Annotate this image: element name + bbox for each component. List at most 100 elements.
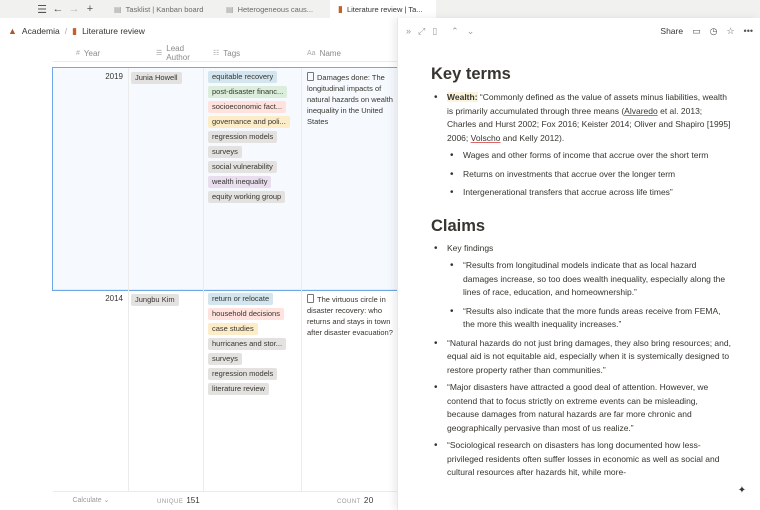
chevron-up-icon[interactable]: ⌃ [451,26,459,37]
tab-tasklist[interactable]: ▤ Tasklist | Kanban board [106,0,218,18]
tab-bar: ☰ ← → + ▤ Tasklist | Kanban board ▤ Hetero… [0,0,760,18]
cell-lead-author[interactable]: Jungbu Kim [129,290,204,491]
column-label: Tags [223,48,241,58]
history-icon[interactable]: ◷ [710,26,718,37]
tag-pill: literature review [208,383,269,395]
page-icon: ▤ [114,4,122,14]
chevron-down-icon: ⌄ [103,497,110,504]
unique-count[interactable]: UNIQUE 151 [129,496,227,505]
bulleted-subitem[interactable]: Intergenerational transfers that accrue … [431,186,731,200]
cell-year[interactable]: 2014 [53,290,129,491]
star-icon[interactable]: ☆ [726,26,734,37]
tag-pill: socioeconomic fact... [208,101,287,113]
number-icon: # [76,49,80,57]
bulleted-subitem[interactable]: Returns on investments that accrue over … [431,168,731,182]
table-row[interactable]: 2019 Junia Howell equitable recovery pos… [52,67,399,291]
row-title[interactable]: The virtuous circle in disaster recovery… [307,295,393,337]
tab-label: Tasklist | Kanban board [125,4,204,14]
layout-icon[interactable]: ▯ [432,26,437,37]
row-title[interactable]: Damages done: The longitudinal impacts o… [307,73,393,126]
table-header: # Year ☰ Lead Author ☷ Tags Aa Name [53,44,453,62]
tag-pill: regression models [208,368,278,380]
tab-heterogeneous[interactable]: ▤ Heterogeneous caus... [218,0,330,18]
tag-pill: post-disaster financ... [208,86,288,98]
tag-pill: equitable recovery [208,71,278,83]
comment-icon[interactable]: ▭ [692,26,701,37]
cell-year[interactable]: 2019 [53,68,129,289]
column-label: Name [319,48,341,58]
breadcrumb: ▲ Academia / ▮ Literature review [0,21,145,41]
unique-value: 151 [186,495,200,505]
plus-icon[interactable]: + [82,0,98,18]
bulleted-subitem[interactable]: Wages and other forms of income that acc… [431,149,731,163]
books-icon: ▮ [338,3,343,14]
cell-name[interactable]: Damages done: The longitudinal impacts o… [302,68,398,289]
heading-key-terms: Key terms [431,65,511,83]
database-table: # Year ☰ Lead Author ☷ Tags Aa Name 2019 Jun… [52,44,453,510]
chevron-down-icon[interactable]: ⌄ [467,26,475,37]
calculate-label: Calculate [72,497,102,504]
tag-pill: hurricanes and stor... [208,338,287,350]
tag-pill: surveys [208,353,242,365]
bulleted-item[interactable]: “Natural hazards do not just bring damag… [431,337,731,378]
column-header-name[interactable]: Aa Name [303,44,398,62]
lead-author-pill: Junia Howell [131,72,182,84]
document-icon [307,294,314,303]
tag-pill: governance and poli... [208,116,290,128]
list-icon: ☰ [156,50,163,57]
text-icon: Aa [307,49,316,57]
table-footer: Calculate ⌄ UNIQUE 151 COUNT 20 [53,492,398,508]
app-window: ☰ ← → + ▤ Tasklist | Kanban board ▤ Hetero… [0,0,760,510]
share-button[interactable]: Share [660,26,683,36]
cell-lead-author[interactable]: Junia Howell [129,68,204,289]
tag-pill: case studies [208,323,258,335]
forward-arrow-icon[interactable]: → [66,0,82,18]
peek-toolbar: » ⤢ ▯ ⌃ ⌄ Share ▭ ◷ ☆ ••• [398,18,760,44]
cell-name[interactable]: The virtuous circle in disaster recovery… [302,290,398,491]
academia-icon: ▲ [8,26,17,36]
count-label: COUNT [337,498,361,505]
table-row[interactable]: 2014 Jungbu Kim return or relocate house… [53,290,398,492]
row-count[interactable]: COUNT 20 [337,496,374,505]
cell-tags[interactable]: equitable recovery post-disaster financ.… [204,68,302,289]
breadcrumb-page[interactable]: Literature review [82,26,145,36]
menu-icon[interactable]: ☰ [34,0,50,18]
bulleted-item[interactable]: “Sociological research on disasters has … [431,439,731,480]
cell-tags[interactable]: return or relocate household decisions c… [204,290,302,491]
expand-icon[interactable]: ⤢ [418,26,425,37]
side-peek-panel: » ⤢ ▯ ⌃ ⌄ Share ▭ ◷ ☆ ••• Key terms Weal… [397,18,760,510]
wealth-definition-c: and Kelly 2012). [500,132,565,143]
multiselect-icon: ☷ [213,50,220,57]
document-icon [307,72,314,81]
books-icon: ▮ [72,25,78,36]
bulleted-subitem[interactable]: “Results also indicate that the more fun… [431,305,731,332]
column-label: Year [83,48,101,58]
more-icon[interactable]: ••• [744,26,753,36]
wealth-term: Wealth: [447,92,478,102]
sparkle-icon[interactable]: ✦ [735,483,749,497]
calculate-button[interactable]: Calculate ⌄ [53,496,129,504]
bulleted-item[interactable]: Key findings [431,242,731,256]
collapse-icon[interactable]: » [406,26,411,37]
column-header-lead-author[interactable]: ☰ Lead Author [130,44,206,62]
back-arrow-icon[interactable]: ← [50,0,66,18]
tag-pill: surveys [208,146,242,158]
bulleted-subitem[interactable]: “Results from longitudinal models indica… [431,259,731,300]
column-label: Lead Author [166,44,190,62]
tag-pill: household decisions [208,308,284,320]
page-content: Key terms Wealth: “Commonly defined as t… [431,64,731,484]
column-header-year[interactable]: # Year [53,44,130,62]
count-value: 20 [363,495,374,505]
bulleted-item[interactable]: “Major disasters have attracted a good d… [431,381,731,435]
bulleted-item[interactable]: Wealth: “Commonly defined as the value o… [431,91,731,145]
tab-label: Heterogeneous caus... [237,4,314,14]
tab-literature-review[interactable]: ▮ Literature review | Ta... [330,0,436,18]
lead-author-pill: Jungbu Kim [131,294,179,306]
unique-label: UNIQUE [157,498,184,505]
breadcrumb-separator: / [64,26,68,36]
breadcrumb-workspace[interactable]: Academia [22,26,60,36]
column-header-tags[interactable]: ☷ Tags [206,44,303,62]
tag-pill: return or relocate [208,293,274,305]
tab-label: Literature review | Ta... [346,4,423,14]
citation: Volscho [470,132,501,143]
